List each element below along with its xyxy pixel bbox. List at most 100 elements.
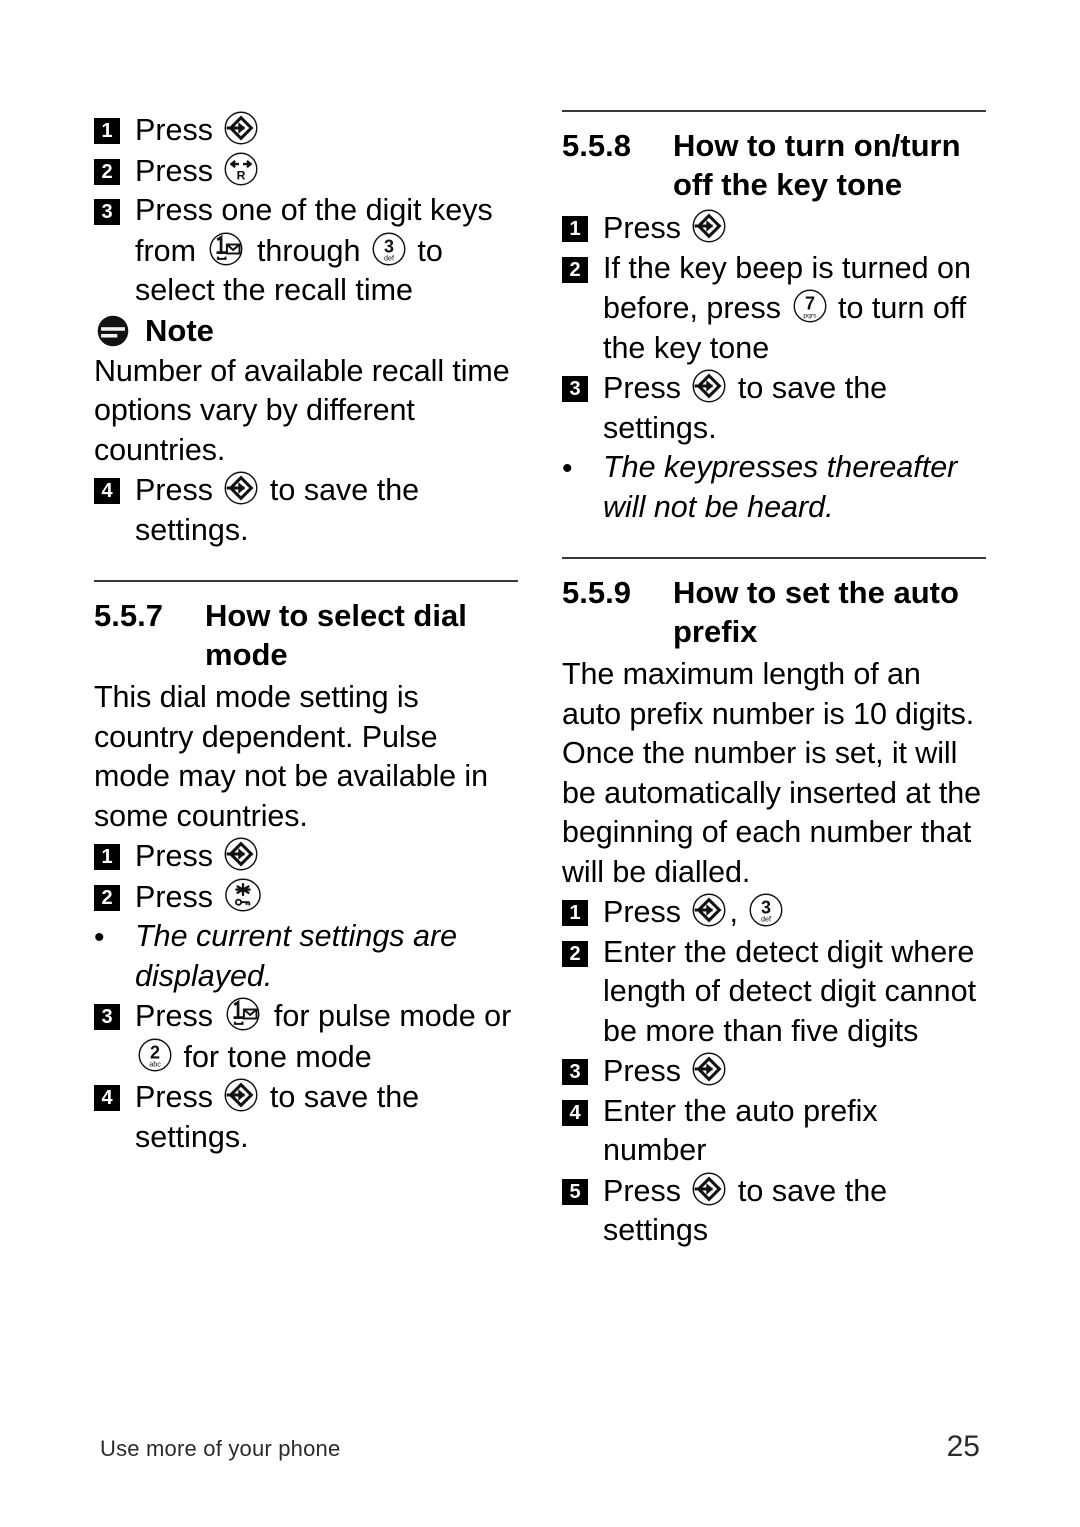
menu-select-key-icon: [691, 1051, 727, 1087]
list-item: 2 Enter the detect digit where length of…: [562, 933, 986, 1052]
section-number: 5.5.8: [562, 128, 631, 163]
step-number: 2: [562, 940, 588, 967]
step-text-mid: ,: [729, 895, 747, 929]
step-number: 3: [94, 1004, 120, 1030]
step-number: 1: [562, 216, 588, 242]
section-number: 5.5.9: [562, 575, 631, 610]
bullet-text: The current settings are displayed.: [135, 919, 458, 993]
note-icon: [96, 314, 130, 348]
step-number: 5: [562, 1178, 588, 1205]
step-number: 3: [94, 199, 120, 225]
section-divider: [94, 580, 518, 582]
list-item: 1 Press: [562, 208, 986, 249]
list-item: 1 Press ,: [562, 892, 986, 933]
list-item: 1 Press: [94, 836, 518, 877]
footer-chapter-title: Use more of your phone: [100, 1436, 341, 1461]
list-item-bullet: The keypresses thereafter will not be he…: [562, 448, 986, 527]
list-item: 2 If the key beep is turned on before, p…: [562, 249, 986, 369]
digit-7-pqrs-key-icon: [792, 288, 828, 324]
step-text: Press: [603, 208, 986, 249]
step-text-pre: Press: [603, 211, 690, 245]
two-column-body: 1 Press 2 Press 3 Press one of the digit…: [94, 110, 986, 1251]
step-text-post: for tone mode: [175, 1039, 372, 1074]
note-header: Note: [94, 311, 518, 351]
step-number: 1: [94, 118, 120, 144]
step-text: Press: [135, 877, 518, 918]
list-item: 4 Enter the auto prefix number: [562, 1092, 986, 1171]
menu-select-key-icon: [691, 1171, 727, 1207]
step-number: 4: [562, 1099, 588, 1126]
note-body: Number of available recall time options …: [94, 353, 510, 467]
recall-r-key-icon: [223, 151, 259, 187]
manual-page: 1 Press 2 Press 3 Press one of the digit…: [0, 0, 1080, 1527]
page-footer: Use more of your phone 25: [100, 1430, 980, 1464]
step-text: Press to save the settings: [603, 1171, 986, 1251]
list-item: 3 Press for pulse mode or for tone mode: [94, 996, 518, 1077]
step-text-pre: Press: [135, 999, 222, 1033]
step-number: 3: [562, 1059, 588, 1085]
step-text-mid: for pulse mode or: [265, 999, 512, 1033]
step-text: Press for pulse mode or for tone mode: [135, 996, 518, 1077]
step-text-pre: Press: [603, 371, 690, 405]
list-item: 5 Press to save the settings: [562, 1171, 986, 1251]
section-title: How to turn on/turn off the key tone: [673, 128, 961, 202]
step-text-mid: through: [248, 233, 369, 268]
list-item: 2 Press: [94, 877, 518, 918]
note-title: Note: [145, 312, 214, 348]
footer-page-number: 25: [946, 1430, 980, 1463]
step-number: 2: [94, 158, 120, 185]
digit-1-voicemail-key-icon: [223, 996, 263, 1032]
step-text-pre: Press: [135, 113, 222, 147]
step-text-pre: Press: [603, 895, 690, 929]
step-number: 2: [94, 884, 120, 911]
menu-select-key-icon: [691, 368, 727, 404]
step-text: Press to save the settings.: [603, 368, 986, 448]
step-number: 2: [562, 256, 588, 283]
step-text: Enter the detect digit where length of d…: [603, 934, 977, 1048]
list-item: 2 Press: [94, 151, 518, 192]
section-divider: [562, 557, 986, 559]
step-text-pre: Press: [135, 473, 222, 507]
step-text-pre: Press: [135, 839, 222, 873]
step-text: Press to save the settings.: [135, 1077, 518, 1157]
section-title: How to select dial mode: [205, 598, 467, 672]
bullet-marker: [94, 925, 120, 951]
step-number: 1: [562, 900, 588, 926]
step-text: Press one of the digit keys from through…: [135, 191, 518, 311]
menu-select-key-icon: [223, 836, 259, 872]
section-heading-559: 5.5.9 How to set the auto prefix: [562, 573, 986, 651]
star-keylock-key-icon: [223, 877, 263, 913]
digit-3-def-key-icon: [748, 892, 784, 928]
list-item: 1 Press: [94, 110, 518, 151]
section-heading-558: 5.5.8 How to turn on/turn off the key to…: [562, 126, 986, 204]
menu-select-key-icon: [691, 208, 727, 244]
menu-select-key-icon: [223, 1077, 259, 1113]
bullet-text: The keypresses thereafter will not be he…: [603, 450, 958, 524]
step-number: 4: [94, 1085, 120, 1111]
section-title: How to set the auto prefix: [673, 575, 959, 649]
section-divider: [562, 110, 986, 112]
list-item: 3 Press to save the settings.: [562, 368, 986, 448]
step-text-pre: Press: [135, 153, 222, 188]
step-number: 1: [94, 844, 120, 870]
menu-select-key-icon: [223, 470, 259, 506]
left-column: 1 Press 2 Press 3 Press one of the digit…: [94, 110, 518, 1251]
step-text-pre: Press: [603, 1054, 690, 1088]
menu-select-key-icon: [691, 892, 727, 928]
section-heading-557: 5.5.7 How to select dial mode: [94, 596, 518, 674]
step-text: Press: [135, 151, 518, 192]
digit-2-abc-key-icon: [137, 1037, 173, 1073]
step-text: If the key beep is turned on before, pre…: [603, 249, 986, 369]
step-text-pre: Press: [135, 1080, 222, 1114]
section-intro: This dial mode setting is country depend…: [94, 680, 488, 833]
step-text: Press ,: [603, 892, 986, 933]
section-intro: The maximum length of an auto prefix num…: [562, 657, 981, 889]
bullet-marker: [562, 456, 588, 482]
step-text-pre: Press: [135, 879, 222, 914]
digit-3-def-key-icon: [371, 231, 407, 267]
menu-select-key-icon: [223, 110, 259, 146]
digit-1-voicemail-key-icon: [206, 231, 246, 267]
step-number: 3: [562, 376, 588, 402]
list-item: 4 Press to save the settings.: [94, 1077, 518, 1157]
list-item: 3 Press: [562, 1051, 986, 1092]
